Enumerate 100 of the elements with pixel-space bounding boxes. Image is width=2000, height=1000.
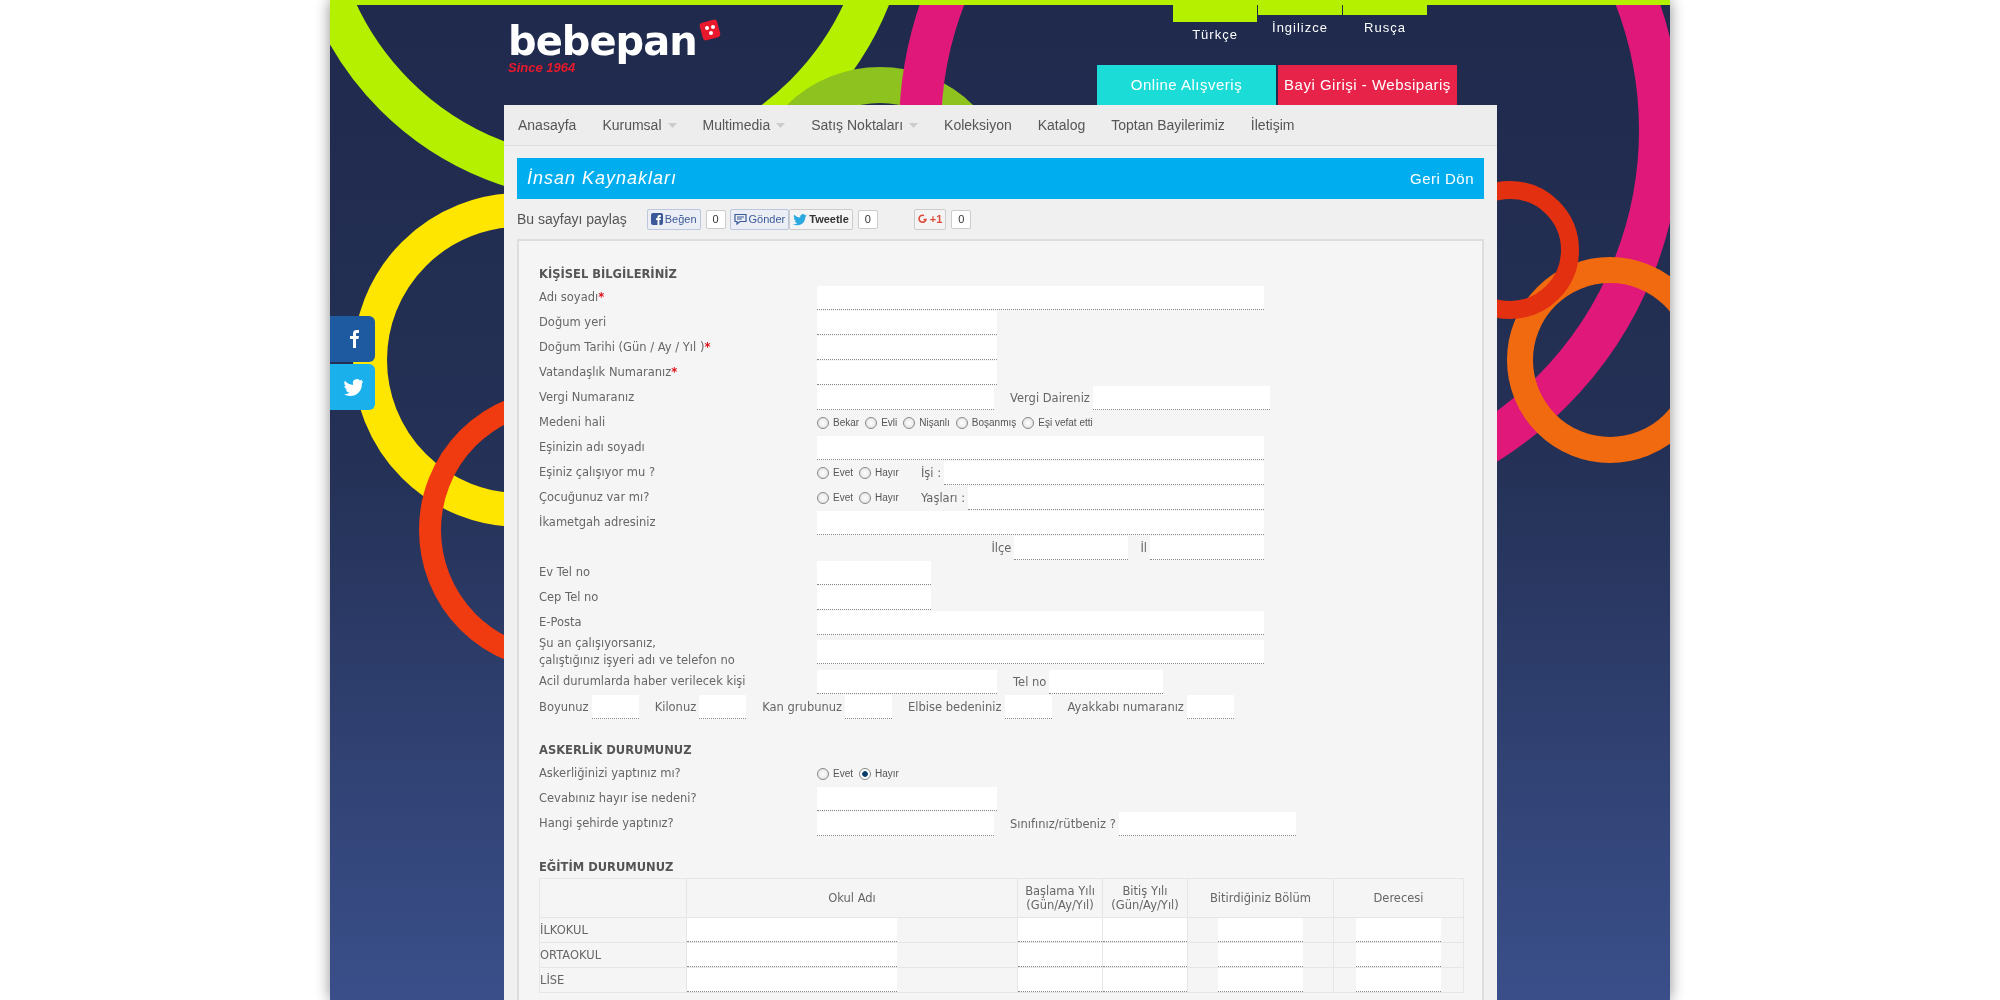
nav-item[interactable]: İletişim [1240,117,1305,133]
radio-button[interactable] [955,416,968,429]
radio-option[interactable]: Hayır [859,491,899,504]
gplus-share-button[interactable]: +1 [913,208,947,230]
radio-button[interactable] [903,416,916,429]
text-field[interactable] [1118,811,1296,836]
radio-button[interactable] [859,767,871,780]
field-label: E-Posta [539,614,583,631]
text-field[interactable] [817,640,1264,664]
text-field[interactable] [1103,968,1187,992]
text-field[interactable] [817,560,931,585]
text-field[interactable] [1356,918,1441,942]
text-field[interactable] [687,918,897,942]
text-field[interactable] [591,694,639,719]
radio-option[interactable]: Nişanlı [903,416,950,429]
nav-item[interactable]: Multimedia [692,117,796,133]
radio-option[interactable]: Evet [817,767,853,780]
text-field[interactable] [817,786,997,811]
radio-option[interactable]: Hayır [859,466,899,479]
field-label: Doğum Tarihi (Gün / Ay / Yıl )* [539,339,712,356]
text-field[interactable] [944,460,1264,485]
field-label: Adı soyadı* [539,289,606,306]
text-field[interactable] [1218,943,1303,967]
text-field[interactable] [845,694,893,719]
radio-button[interactable] [1022,416,1035,429]
column-header: Derecesi [1333,878,1464,918]
text-field[interactable] [1103,918,1187,942]
text-field[interactable] [1092,385,1270,410]
radio-button[interactable] [817,767,829,780]
text-field[interactable] [817,669,997,694]
nav-item[interactable]: Koleksiyon [934,117,1022,133]
text-field[interactable] [817,510,1264,535]
facebook-button[interactable] [330,316,375,362]
nav-item[interactable]: Satış Noktaları [801,117,929,133]
column-header: Bitirdiğiniz Bölüm [1187,878,1334,918]
field-label: Vatandaşlık Numaranız* [539,364,679,381]
facebook-share-button[interactable]: Beğen [646,208,701,230]
text-field[interactable] [817,811,994,836]
comment-share-button[interactable]: Gönder [729,208,790,230]
header-button[interactable]: Bayi Girişi - Websipariş [1278,65,1457,105]
text-field[interactable] [1018,968,1102,992]
radio-button[interactable] [817,416,829,429]
nav-item[interactable]: Katalog [1027,117,1096,133]
text-field[interactable] [817,310,997,335]
radio-button[interactable] [865,416,878,429]
nav-item[interactable]: Toptan Bayilerimiz [1101,117,1235,133]
twitter-share-button[interactable]: Tweetle [789,208,853,230]
page-title: İnsan Kaynakları [527,168,678,189]
radio-option[interactable]: Eşi vefat etti [1022,416,1093,429]
radio-option[interactable]: Evli [865,416,898,429]
nav-item[interactable]: Anasayfa [508,117,587,133]
field-label: Hangi şehirde yaptınız? [539,815,675,832]
text-field[interactable] [817,285,1264,310]
bird-icon [342,377,363,397]
text-field[interactable] [817,360,997,385]
text-field[interactable] [699,694,747,719]
text-field[interactable] [817,385,994,410]
field-label: Acil durumlarda haber verilecek kişi [539,673,747,690]
text-field[interactable] [1049,669,1164,694]
language-tab[interactable]: İngilizce [1258,5,1342,34]
radio-button[interactable] [817,491,829,504]
radio-button[interactable] [859,491,871,504]
required-mark: * [598,290,605,304]
text-field[interactable] [1186,694,1234,719]
language-tab[interactable]: Rusça [1343,5,1427,34]
radio-option[interactable]: Evet [817,466,853,479]
text-field[interactable] [1356,968,1441,992]
language-tab[interactable]: Türkçe [1173,5,1257,41]
text-field[interactable] [1103,943,1187,967]
text-field[interactable] [1218,918,1303,942]
text-field[interactable] [1218,968,1303,992]
text-field[interactable] [687,968,897,992]
text-field[interactable] [1356,943,1441,967]
text-field[interactable] [1150,535,1264,560]
field-label: Sınıfınız/rütbeniz ? [1010,816,1116,831]
text-field[interactable] [817,585,931,610]
share-label: Bu sayfayı paylaş [517,211,627,227]
column-header: Okul Adı [686,878,1018,918]
field-label: Cevabınız hayır ise nedeni? [539,790,698,807]
radio-button[interactable] [859,466,871,479]
field-label: Elbise bedeniniz [908,699,1002,714]
text-field[interactable] [1014,535,1129,560]
text-field[interactable] [968,485,1264,510]
facebook-icon [650,213,663,225]
share-count: 0 [951,209,972,229]
radio-button[interactable] [817,466,829,479]
radio-option[interactable]: Hayır [859,767,899,780]
field-label: Cep Tel no [539,589,600,606]
text-field[interactable] [817,610,1264,635]
text-field[interactable] [817,335,997,360]
radio-option[interactable]: Evet [817,491,853,504]
text-field[interactable] [1018,943,1102,967]
nav-item[interactable]: Kurumsal [592,117,687,133]
row-label: ORTAOKUL [539,942,687,968]
text-field[interactable] [1004,694,1052,719]
radio-option[interactable]: Bekar [817,416,860,429]
text-field[interactable] [817,435,1264,460]
text-field[interactable] [1018,918,1102,942]
radio-option[interactable]: Boşanmış [955,416,1017,429]
text-field[interactable] [687,943,897,967]
